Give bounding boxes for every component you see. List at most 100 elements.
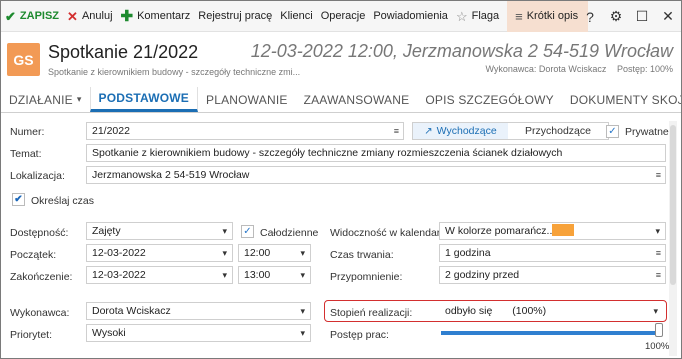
zakonczenie-time[interactable]: 13:00 ▾ [238,266,311,284]
comment-button[interactable]: ✚ Komentarz [117,1,195,32]
star-icon: ☆ [455,8,468,24]
temat-field[interactable]: Spotkanie z kierownikiem budowy - szczeg… [86,144,666,162]
header-progress: Postęp: 100% [616,64,673,74]
zakonczenie-time-value: 13:00 [244,269,271,281]
przypomnienie-field[interactable]: 2 godziny przed ≡ [439,266,666,284]
tab-dokumenty-skojarzone[interactable]: DOKUMENTY SKOJARZONE [562,87,681,112]
header-executor: Wykonawca: Dorota Wciskacz [485,64,607,74]
wykonawca-label: Wykonawca: [10,307,70,319]
gear-icon[interactable]: ⚙ [603,8,629,25]
menu-icon: ≡ [655,248,661,258]
temat-label: Temat: [10,148,42,160]
widocznosc-value: W kolorze pomarańcz... [445,225,556,237]
zakonczenie-date[interactable]: 12-03-2022 ▾ [86,266,233,284]
menu-icon: ≡ [655,270,661,280]
lokalizacja-field[interactable]: Jerzmanowska 2 54-519 Wrocław ≡ [86,166,666,184]
czas-trwania-label: Czas trwania: [330,249,394,261]
direction-incoming[interactable]: Przychodzące [508,123,608,139]
private-label: Prywatne [625,126,669,138]
tab-zaawansowane[interactable]: ZAAWANSOWANE [296,87,418,112]
progress-value: 100% [645,341,670,352]
dostepnosc-select[interactable]: Zajęty ▾ [86,222,233,240]
menu-icon: ≡ [655,170,661,180]
numer-value: 21/2022 [92,125,130,137]
notifications-button[interactable]: Powiadomienia [369,1,452,32]
tab-dzialanie[interactable]: DZIAŁANIE ▾ [1,87,90,112]
direction-toggle: ↗ Wychodzące Przychodzące [412,122,609,140]
poczatek-time-value: 12:00 [244,247,271,259]
wykonawca-select[interactable]: Dorota Wciskacz ▾ [86,302,311,320]
page-subtitle: Spotkanie z kierownikiem budowy - szczeg… [48,67,301,77]
plus-icon: ✚ [120,7,134,25]
chevron-down-icon: ▾ [300,328,305,338]
okreslaj-czas-label: Określaj czas [31,195,95,207]
okreslaj-czas-checkbox[interactable]: ✔ [12,193,25,206]
przypomnienie-label: Przypomnienie: [330,271,403,283]
close-icon: ✕ [67,8,78,24]
calodzienne-checkbox[interactable]: ✓ [241,225,254,238]
stopien-value: odbyło się [445,305,493,317]
header-date-location: 12-03-2022 12:00, Jerzmanowska 2 54-519 … [250,41,673,61]
avatar: GS [7,43,40,76]
register-work-button[interactable]: Rejestruj pracę [194,1,276,32]
poczatek-label: Początek: [10,249,57,261]
progress-slider-handle[interactable] [655,323,663,337]
priorytet-value: Wysoki [92,327,126,339]
przypomnienie-value: 2 godziny przed [445,269,520,281]
private-checkbox[interactable]: ✓ [606,125,619,138]
poczatek-date[interactable]: 12-03-2022 ▾ [86,244,233,262]
comment-label: Komentarz [137,10,191,22]
notifications-label: Powiadomienia [373,10,448,22]
tab-podstawowe[interactable]: PODSTAWOWE [89,87,198,112]
close-window-icon[interactable]: ✕ [655,8,681,25]
register-work-label: Rejestruj pracę [198,10,273,22]
postep-label: Postęp prac: [330,329,389,341]
czas-trwania-field[interactable]: 1 godzina ≡ [439,244,666,262]
operations-button[interactable]: Operacje [317,1,370,32]
header-summary: Wykonawca: Dorota Wciskacz Postęp: 100% [485,64,673,74]
outgoing-icon: ↗ [424,125,433,137]
operations-label: Operacje [320,10,366,22]
maximize-icon[interactable]: ☐ [629,8,655,25]
save-button[interactable]: ✔ ZAPISZ [1,1,63,32]
tab-dzialanie-label: DZIAŁANIE [9,92,73,107]
stopien-label: Stopień realizacji: [330,307,413,319]
poczatek-time[interactable]: 12:00 ▾ [238,244,311,262]
chevron-down-icon: ▾ [300,270,305,280]
chevron-down-icon: ▾ [655,226,660,236]
direction-outgoing-label: Wychodzące [436,125,497,137]
short-description-label: Krótki opis [526,10,579,22]
zakonczenie-date-value: 12-03-2022 [92,269,146,281]
czas-trwania-value: 1 godzina [445,247,491,259]
window-controls: ? ⚙ ☐ ✕ [577,1,681,32]
stopien-select[interactable]: odbyło się (100%) ▾ [439,302,664,320]
priorytet-select[interactable]: Wysoki ▾ [86,324,311,342]
tab-planowanie[interactable]: PLANOWANIE [198,87,296,112]
menu-icon: ≡ [515,8,523,24]
chevron-down-icon: ▾ [300,248,305,258]
chevron-down-icon: ▾ [222,226,227,236]
short-description-button[interactable]: ≡ Krótki opis [507,1,589,32]
dostepnosc-label: Dostępność: [10,227,69,239]
direction-outgoing[interactable]: ↗ Wychodzące [413,123,508,139]
lokalizacja-value: Jerzmanowska 2 54-519 Wrocław [92,169,250,181]
chevron-down-icon: ▾ [222,270,227,280]
numer-label: Numer: [10,126,45,138]
numer-field[interactable]: 21/2022 ≡ [86,122,404,140]
scrollbar-thumb[interactable] [670,125,676,285]
save-label: ZAPISZ [19,10,60,22]
clients-button[interactable]: Klienci [276,1,316,32]
tab-opis-szczegolowy[interactable]: OPIS SZCZEGÓŁOWY [417,87,562,112]
chevron-down-icon: ▾ [300,306,305,316]
poczatek-date-value: 12-03-2022 [92,247,146,259]
chevron-down-icon: ▾ [653,306,658,316]
cancel-label: Anuluj [81,10,113,22]
progress-slider-track[interactable] [441,331,661,335]
flag-button[interactable]: ☆ Flaga [452,1,503,32]
priorytet-label: Priorytet: [10,329,53,341]
tab-bar: DZIAŁANIE ▾ PODSTAWOWE PLANOWANIE ZAAWAN… [1,87,681,113]
menu-icon: ≡ [393,126,399,136]
help-icon[interactable]: ? [577,9,603,25]
stopien-percent: (100%) [512,305,547,317]
cancel-button[interactable]: ✕ Anuluj [63,1,116,32]
